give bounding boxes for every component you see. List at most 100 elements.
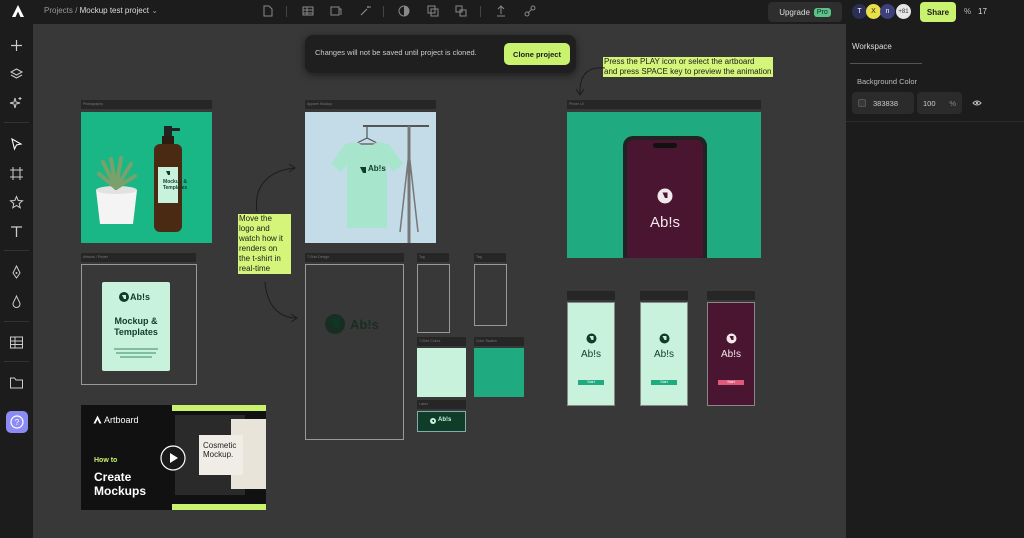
star-icon[interactable] [9,195,24,210]
divider [480,6,481,17]
project-name[interactable]: Mockup test project [80,6,149,15]
divider [286,6,287,17]
start-button[interactable]: Start [578,380,604,385]
export-icon[interactable] [495,5,507,17]
artboard-header[interactable]: Artwork / Poster [81,253,196,262]
avatar[interactable]: X [866,4,881,19]
toast-message: Changes will not be saved until project … [315,48,477,57]
preview-note: Press the PLAY icon or select the artboa… [603,57,773,77]
text-tool-icon[interactable] [9,224,24,239]
frame-tool-icon[interactable] [9,166,24,181]
share-button[interactable]: Share [920,2,956,22]
grid-icon[interactable] [9,335,24,350]
poster-card: Ab!s Mockup & Templates [102,282,170,371]
background-color-field[interactable]: 383838 [852,92,914,114]
curved-arrow-icon [575,67,606,96]
divider [4,122,29,123]
artboard-header[interactable]: Tag [474,253,506,262]
brand-logo-icon [659,333,670,344]
breadcrumb-root[interactable]: Projects [44,6,73,15]
clone-project-button[interactable]: Clone project [504,43,570,65]
artboard-header[interactable]: Phone UI [567,100,761,109]
artboard-header[interactable]: T-Shirt Design [305,253,404,262]
artboard-header[interactable]: Tag [417,253,449,262]
contrast-icon[interactable] [398,5,410,17]
svg-text:?: ? [15,418,20,427]
section-title: Background Color [857,77,918,86]
artboard-header[interactable]: T-Shirt Colors [417,337,466,346]
artboard-color-mint[interactable] [417,348,466,397]
avatar[interactable]: n [880,4,895,19]
avatar[interactable]: T [852,4,867,19]
app-logo-icon[interactable] [10,3,26,19]
artboard-phone-mint[interactable]: Ab!s Start [567,302,615,406]
upgrade-button[interactable]: Upgrade Pro [768,2,842,22]
artboard-phone-hero[interactable]: Ab!s [567,112,761,258]
link-icon[interactable] [524,5,536,17]
divider [4,321,29,322]
canvas[interactable]: Changes will not be saved until project … [33,24,846,538]
zoom-icon: % [964,7,972,16]
artboard-header[interactable]: Color Swatch [474,337,524,346]
opacity-field[interactable]: 100 % [917,92,962,114]
left-toolbar: ? [0,24,33,538]
chevron-down-icon[interactable]: ⌄ [151,6,158,15]
artboard-header[interactable]: Apparel Mockup [305,100,436,109]
breadcrumb[interactable]: Projects / Mockup test project ⌄ [44,6,158,15]
artboard-tshirt[interactable]: Ab!s [305,112,436,243]
eye-icon[interactable] [972,99,982,107]
play-icon[interactable] [160,445,186,471]
frame-icon[interactable] [330,5,342,17]
cursor-icon[interactable] [9,137,24,152]
artboard-logo-design[interactable]: Ab!s [305,264,404,440]
bottle-mockup-image [96,126,182,232]
artboard-header[interactable] [640,291,688,300]
brand-logo-icon [119,292,129,302]
file-icon[interactable] [262,5,274,17]
artboard-plant-bottle[interactable]: Mockup & Templates [81,112,212,243]
magic-wand-icon[interactable] [359,5,371,17]
phone-device: Ab!s [623,136,707,258]
artboard-header[interactable]: Photography [81,100,212,109]
top-bar: Projects / Mockup test project ⌄ Upgrade… [0,0,1024,24]
divider [4,361,29,362]
plus-icon[interactable] [9,38,24,53]
artboard-video[interactable]: Cosmetic Mockup. Artboard How to Create … [81,405,266,510]
artboard-poster[interactable]: Ab!s Mockup & Templates [81,264,197,385]
pen-icon[interactable] [9,265,24,280]
artboard-tag[interactable] [474,264,507,326]
sparkle-icon[interactable] [9,96,24,111]
zoom-value[interactable]: 17 [978,7,987,16]
artboard-phone-mint-2[interactable]: Ab!s Start [640,302,688,406]
move-logo-note: Move the logo and watch how it renders o… [238,214,291,274]
divider [383,6,384,17]
pro-badge: Pro [813,7,831,17]
group-icon[interactable] [455,5,467,17]
artboard-color-teal[interactable] [474,348,524,397]
artboard-tag[interactable] [417,264,450,333]
brand-logo-icon [430,418,436,424]
artboard-header[interactable]: Label [417,400,466,409]
artboard-header[interactable] [567,291,615,300]
color-swatch[interactable] [858,99,866,107]
curved-arrow-down-icon [264,281,298,322]
curved-arrow-up-icon [255,163,296,213]
artboard-label[interactable]: Ab!s [417,411,466,432]
brand-logo-icon [726,333,737,344]
app-window: Projects / Mockup test project ⌄ Upgrade… [0,0,1024,538]
start-button[interactable]: Start [718,380,744,385]
artboard-header[interactable] [707,291,755,300]
pencil-icon[interactable] [9,294,24,309]
tab-workspace[interactable]: Workspace [852,42,892,51]
folder-icon[interactable] [9,375,24,390]
start-button[interactable]: Start [651,380,677,385]
table-icon[interactable] [302,5,314,17]
artboard-logo-icon [93,415,102,424]
brand-logo-icon [657,188,673,204]
layers-icon[interactable] [9,67,24,82]
duplicate-icon[interactable] [427,5,439,17]
divider [4,250,29,251]
help-button[interactable]: ? [6,411,28,433]
avatar-more[interactable]: +81 [896,4,911,19]
artboard-phone-maroon[interactable]: Ab!s Start [707,302,755,406]
